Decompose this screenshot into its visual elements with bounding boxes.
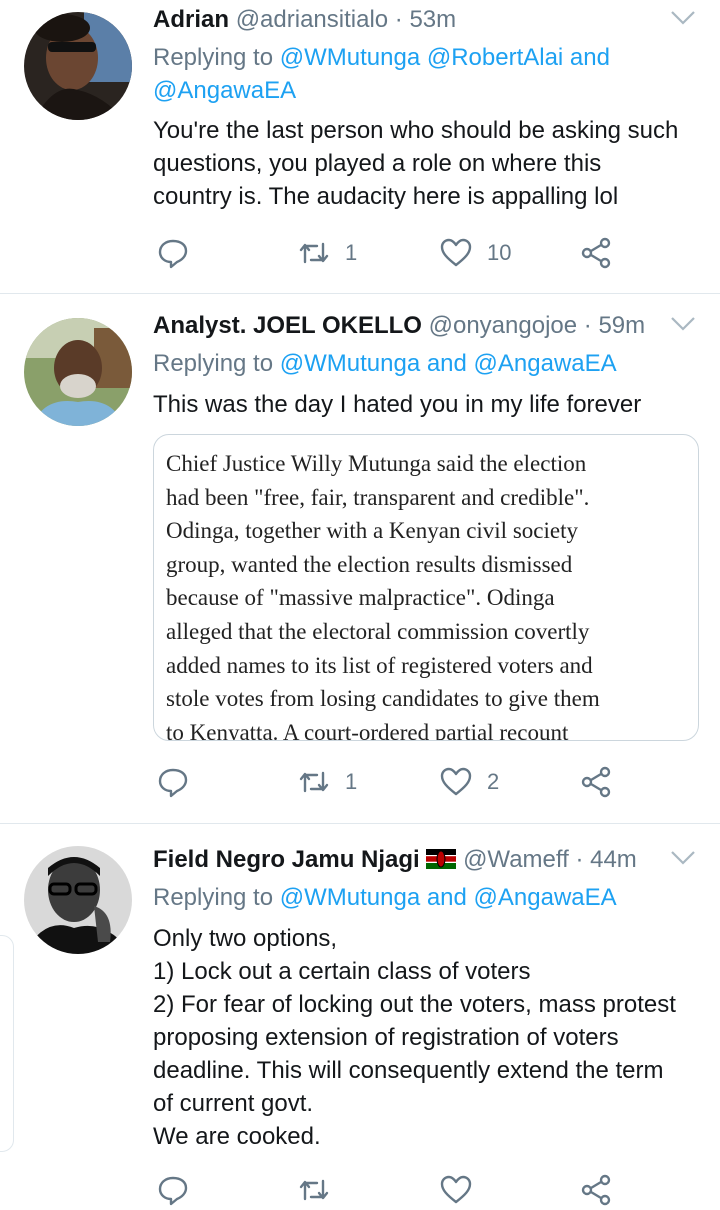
timestamp[interactable]: · 53m [395,6,456,33]
tweet-text-line: 2) For fear of locking out the voters, m… [153,991,676,1018]
offscreen-card-edge [0,935,14,1152]
like-button[interactable]: 2 [439,762,499,802]
tweet-text-line: This was the day I hated you in my life … [153,391,642,418]
user-handle[interactable]: @onyangojoe [429,312,577,339]
quote-line: had been "free, fair, transparent and cr… [166,484,590,510]
quote-line: alleged that the electoral commission co… [166,618,590,644]
like-button[interactable]: 10 [439,233,511,273]
quote-line: stole votes from losing candidates to gi… [166,686,600,712]
share-icon [581,237,611,269]
retweet-button[interactable]: 1 [297,233,357,273]
chevron-down-icon[interactable] [670,316,696,332]
replying-to: Replying to @WMutunga and @AngawaEA [153,881,617,914]
tweet-actions [153,1170,633,1210]
like-icon [440,1175,472,1204]
divider [0,823,720,824]
reply-mentions[interactable]: @WMutunga and @AngawaEA [280,884,617,911]
like-icon [440,238,472,267]
tweet-text-line: proposing extension of registration of v… [153,1024,619,1051]
share-button[interactable] [579,233,613,273]
retweet-button[interactable]: 1 [297,762,357,802]
like-count: 10 [487,240,512,265]
reply-button[interactable] [156,762,190,802]
reply-mentions[interactable]: @WMutunga @RobertAlai and [280,44,610,71]
retweet-count: 1 [345,769,358,794]
replying-to-label: Replying to [153,350,274,377]
tweet-text-line: questions, you played a role on where th… [153,150,602,177]
like-button[interactable] [439,1170,473,1210]
like-icon [440,767,472,796]
display-name[interactable]: Field Negro Jamu Njagi [153,846,420,873]
reply-icon [158,1176,188,1206]
quote-line: group, wanted the election results dismi… [166,551,573,577]
retweet-count: 1 [345,240,358,265]
reply-icon [158,768,188,798]
tweet-text-line: You're the last person who should be ask… [153,117,679,144]
quote-line: added names to its list of registered vo… [166,652,593,678]
quote-line: because of "massive malpractice". Odinga [166,585,555,611]
quoted-image-card[interactable]: Chief Justice Willy Mutunga said the ele… [153,434,699,741]
tweet-header: Field Negro Jamu Njagi @Wameff · 44m [153,846,637,874]
timestamp[interactable]: · 59m [584,312,645,339]
display-name[interactable]: Adrian [153,6,229,33]
user-handle[interactable]: @Wameff [463,846,569,873]
replying-to-label: Replying to [153,44,274,71]
tweet-text: Only two options, 1) Lock out a certain … [153,922,708,1153]
quoted-image-text: Chief Justice Willy Mutunga said the ele… [166,447,691,741]
share-icon [581,1174,611,1206]
avatar-image [24,318,132,426]
user-handle[interactable]: @adriansitialo [236,6,388,33]
tweet-text-line: Only two options, [153,925,338,952]
tweet-actions: 1 2 [153,762,633,802]
reply-button[interactable] [156,233,190,273]
tweet-adrian[interactable]: Adrian @adriansitialo · 53m Replying to … [0,0,720,293]
tweet-text-line: of current govt. [153,1090,314,1117]
quote-line: Chief Justice Willy Mutunga said the ele… [166,451,587,476]
tweet-actions: 1 10 [153,233,633,273]
tweet-text-line: 1) Lock out a certain class of voters [153,958,531,985]
avatar[interactable] [24,318,132,426]
avatar-image [24,846,132,954]
share-button[interactable] [579,762,613,802]
display-name[interactable]: Analyst. JOEL OKELLO [153,312,422,339]
replying-to-label: Replying to [153,884,274,911]
share-button[interactable] [579,1170,613,1210]
tweet-header: Adrian @adriansitialo · 53m [153,6,456,34]
retweet-icon [299,1179,329,1201]
timestamp[interactable]: · 44m [575,846,636,873]
reply-mentions-cont[interactable]: @AngawaEA [153,77,296,104]
retweet-button[interactable] [297,1170,331,1210]
tweet-text-line: deadline. This will consequently extend … [153,1057,664,1084]
tweet-text-line: We are cooked. [153,1123,321,1150]
tweet-text: You're the last person who should be ask… [153,114,708,213]
tweet-text-line: country is. The audacity here is appalli… [153,183,619,210]
chevron-down-icon[interactable] [670,10,696,26]
tweet-joel-okello[interactable]: Analyst. JOEL OKELLO @onyangojoe · 59m R… [0,306,720,821]
like-count: 2 [487,769,500,794]
share-icon [581,766,611,798]
divider [0,293,720,294]
reply-icon [158,239,188,269]
quote-line: to Kenyatta. A court-ordered partial rec… [166,719,569,741]
avatar[interactable] [24,12,132,120]
avatar[interactable] [24,846,132,954]
reply-button[interactable] [156,1170,190,1210]
reply-mentions[interactable]: @WMutunga and @AngawaEA [280,350,617,377]
quote-line: Odinga, together with a Kenyan civil soc… [166,518,578,544]
replying-to: Replying to @WMutunga @RobertAlai and @A… [153,41,610,107]
replying-to: Replying to @WMutunga and @AngawaEA [153,347,617,380]
retweet-icon [299,771,329,793]
retweet-icon [299,242,329,264]
avatar-image [24,12,132,120]
chevron-down-icon[interactable] [670,850,696,866]
tweet-field-negro[interactable]: Field Negro Jamu Njagi @Wameff · 44m Rep… [0,840,720,1206]
tweet-text: This was the day I hated you in my life … [153,388,708,421]
kenya-flag-icon [426,849,457,869]
tweet-header: Analyst. JOEL OKELLO @onyangojoe · 59m [153,312,645,340]
